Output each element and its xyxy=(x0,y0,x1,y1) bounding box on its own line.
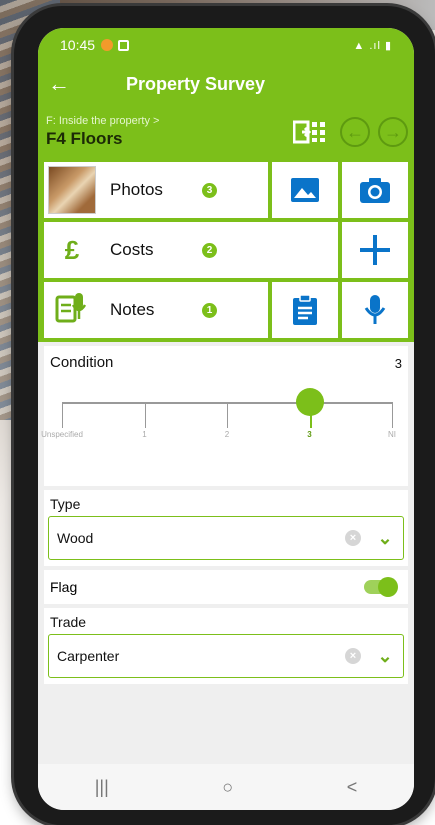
media-rows: Photos 3 £ Costs 2 Notes 1 xyxy=(38,158,414,342)
add-note-button[interactable] xyxy=(268,282,338,338)
type-value: Wood xyxy=(57,530,94,546)
section-map-icon[interactable] xyxy=(292,117,328,147)
condition-panel: Condition 3 Unspecified 1 2 3 NI xyxy=(41,346,408,486)
system-nav-bar: ||| ○ < xyxy=(38,764,414,810)
type-panel: Type Wood × ⌄ xyxy=(44,490,408,566)
trade-label: Trade xyxy=(50,614,87,630)
status-bar: 10:45 ▲ .ıl ▮ xyxy=(38,28,414,62)
type-chevron-down-icon[interactable]: ⌄ xyxy=(375,528,395,549)
condition-value: 3 xyxy=(394,356,402,371)
notes-voice-icon xyxy=(48,291,96,330)
plus-icon xyxy=(360,235,390,265)
app-title: Property Survey xyxy=(126,73,266,94)
camera-icon xyxy=(360,178,390,203)
condition-slider[interactable]: Unspecified 1 2 3 NI xyxy=(41,388,396,456)
page-title: F4 Floors xyxy=(46,129,123,148)
slider-tick-label: NI xyxy=(388,430,396,439)
type-select[interactable]: Wood × ⌄ xyxy=(48,516,404,560)
pound-icon: £ xyxy=(64,234,80,265)
gallery-button[interactable] xyxy=(268,162,338,218)
condition-label: Condition xyxy=(50,354,114,371)
slider-tick-label: Unspecified xyxy=(41,430,83,439)
costs-label: Costs xyxy=(110,240,154,259)
slider-tick-label: 2 xyxy=(224,430,230,439)
gallery-notification-icon xyxy=(118,39,130,51)
slider-tick-label: 3 xyxy=(307,430,312,439)
type-label: Type xyxy=(50,496,81,512)
image-icon xyxy=(291,178,319,202)
slider-thumb[interactable] xyxy=(295,388,324,416)
toggle-knob xyxy=(378,577,398,597)
photo-thumbnail[interactable] xyxy=(48,166,96,214)
microphone-icon xyxy=(364,295,386,324)
photos-label: Photos xyxy=(110,180,163,199)
signal-battery-icons: ▲ .ıl ▮ xyxy=(353,39,392,52)
next-section-icon[interactable]: → xyxy=(378,117,408,147)
back-arrow-icon[interactable]: ← xyxy=(48,71,88,97)
home-icon[interactable]: ○ xyxy=(222,777,233,798)
photos-count-badge: 3 xyxy=(202,182,217,198)
camera-button[interactable] xyxy=(338,162,408,218)
slider-tick[interactable] xyxy=(227,402,228,428)
photos-row[interactable]: Photos 3 xyxy=(44,162,408,218)
trade-value: Carpenter xyxy=(57,648,120,664)
trade-panel: Trade Carpenter × ⌄ xyxy=(44,608,408,684)
notification-icon xyxy=(101,39,114,51)
back-nav-icon[interactable]: < xyxy=(347,777,358,798)
dictate-button[interactable] xyxy=(338,282,408,338)
add-cost-button[interactable] xyxy=(338,222,408,278)
slider-tick-label: 1 xyxy=(142,430,147,439)
trade-clear-icon[interactable]: × xyxy=(345,648,361,664)
costs-row[interactable]: £ Costs 2 xyxy=(44,222,408,278)
trade-chevron-down-icon[interactable]: ⌄ xyxy=(375,646,395,667)
app-screen: 10:45 ▲ .ıl ▮ ← Property Survey F: Insid… xyxy=(38,28,414,810)
status-time: 10:45 xyxy=(60,37,96,53)
trade-select[interactable]: Carpenter × ⌄ xyxy=(48,634,404,678)
app-bar: ← Property Survey xyxy=(38,62,414,106)
clipboard-icon xyxy=(293,294,317,325)
flag-toggle[interactable] xyxy=(364,577,398,597)
costs-count-badge: 2 xyxy=(202,242,217,258)
previous-section-icon[interactable]: ← xyxy=(340,117,370,147)
slider-tick[interactable] xyxy=(144,402,146,428)
section-header: F: Inside the property > F4 Floors ← → xyxy=(38,106,414,158)
notes-label: Notes xyxy=(110,300,155,319)
flag-label: Flag xyxy=(50,579,78,595)
breadcrumb[interactable]: F: Inside the property > xyxy=(46,115,159,127)
type-clear-icon[interactable]: × xyxy=(345,530,361,546)
recents-icon[interactable]: ||| xyxy=(95,777,109,798)
flag-panel: Flag xyxy=(44,570,408,604)
notes-row[interactable]: Notes 1 xyxy=(44,282,408,338)
slider-tick[interactable] xyxy=(392,402,393,428)
slider-tick[interactable] xyxy=(62,402,63,428)
notes-count-badge: 1 xyxy=(202,302,217,318)
